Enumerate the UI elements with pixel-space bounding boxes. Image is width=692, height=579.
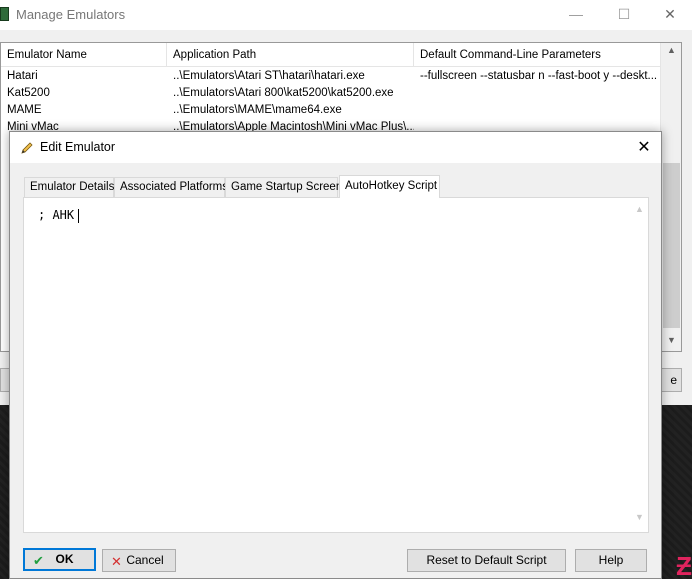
cell-params xyxy=(414,102,661,119)
script-editor[interactable]: ; AHK xyxy=(38,208,80,223)
dialog-titlebar: Edit Emulator ✕ xyxy=(10,132,661,163)
cell-name: MAME xyxy=(7,104,42,116)
cell-params xyxy=(414,85,661,102)
checkmark-icon: ✔ xyxy=(33,553,44,568)
cell-path: ..\Emulators\Atari ST\hatari\hatari.exe xyxy=(173,70,365,82)
scroll-up-arrow-icon[interactable]: ▲ xyxy=(661,45,681,59)
cancel-button[interactable]: ✕ Cancel xyxy=(102,549,176,572)
help-button[interactable]: Help xyxy=(575,549,647,572)
cell-path: ..\Emulators\MAME\mame64.exe xyxy=(173,104,342,116)
cell-name: Kat5200 xyxy=(7,87,50,99)
emulator-list-scrollbar[interactable]: ▲ ▼ xyxy=(660,43,681,351)
tab-autohotkey-script[interactable]: AutoHotkey Script xyxy=(339,175,440,198)
maximize-button[interactable]: ☐ xyxy=(614,4,634,24)
ok-button-label: OK xyxy=(55,552,74,566)
tab-associated-platforms[interactable]: Associated Platforms xyxy=(114,177,228,197)
autohotkey-script-panel: ; AHK ▲ ▼ xyxy=(23,197,649,533)
tab-emulator-details[interactable]: Emulator Details xyxy=(24,177,114,197)
scroll-up-arrow-icon[interactable]: ▲ xyxy=(631,204,648,218)
column-header-params[interactable]: Default Command-Line Parameters xyxy=(414,43,661,67)
minimize-button[interactable]: — xyxy=(566,4,586,24)
cell-path: ..\Emulators\Atari 800\kat5200\kat5200.e… xyxy=(173,87,394,99)
script-text: ; AHK xyxy=(38,208,75,222)
table-row[interactable]: MAME ..\Emulators\MAME\mame64.exe xyxy=(1,102,661,119)
cancel-button-label: Cancel xyxy=(126,553,164,567)
pencil-icon xyxy=(19,140,35,156)
dialog-close-button[interactable]: ✕ xyxy=(633,137,655,159)
cell-name: Hatari xyxy=(7,70,38,82)
scroll-down-arrow-icon[interactable]: ▼ xyxy=(661,335,681,349)
corner-logo-icon: Ƶ xyxy=(676,551,692,579)
column-header-name[interactable]: Emulator Name xyxy=(1,43,167,67)
manage-emulators-titlebar: Manage Emulators — ☐ ✕ xyxy=(0,0,692,30)
reset-to-default-script-button[interactable]: Reset to Default Script xyxy=(407,549,566,572)
close-button[interactable]: ✕ xyxy=(660,4,680,24)
table-row[interactable]: Kat5200 ..\Emulators\Atari 800\kat5200\k… xyxy=(1,85,661,102)
table-row[interactable]: Hatari ..\Emulators\Atari ST\hatari\hata… xyxy=(1,68,661,85)
cell-params: --fullscreen --statusbar n --fast-boot y… xyxy=(420,70,658,82)
column-header-path[interactable]: Application Path xyxy=(167,43,414,67)
cancel-x-icon: ✕ xyxy=(111,554,122,569)
app-icon xyxy=(0,7,9,21)
manage-emulators-title: Manage Emulators xyxy=(16,7,126,22)
dialog-title: Edit Emulator xyxy=(40,140,116,154)
text-caret xyxy=(78,208,80,223)
script-editor-scrollbar[interactable]: ▲ ▼ xyxy=(631,200,648,526)
scroll-down-arrow-icon[interactable]: ▼ xyxy=(631,512,648,526)
emulator-list-header: Emulator Name Application Path Default C… xyxy=(1,43,661,67)
edit-emulator-dialog: Edit Emulator ✕ Emulator Details Associa… xyxy=(9,131,662,579)
scrollbar-thumb[interactable] xyxy=(663,163,680,328)
tab-game-startup-screen[interactable]: Game Startup Screen xyxy=(225,177,342,197)
ok-button[interactable]: ✔ OK xyxy=(23,548,96,571)
